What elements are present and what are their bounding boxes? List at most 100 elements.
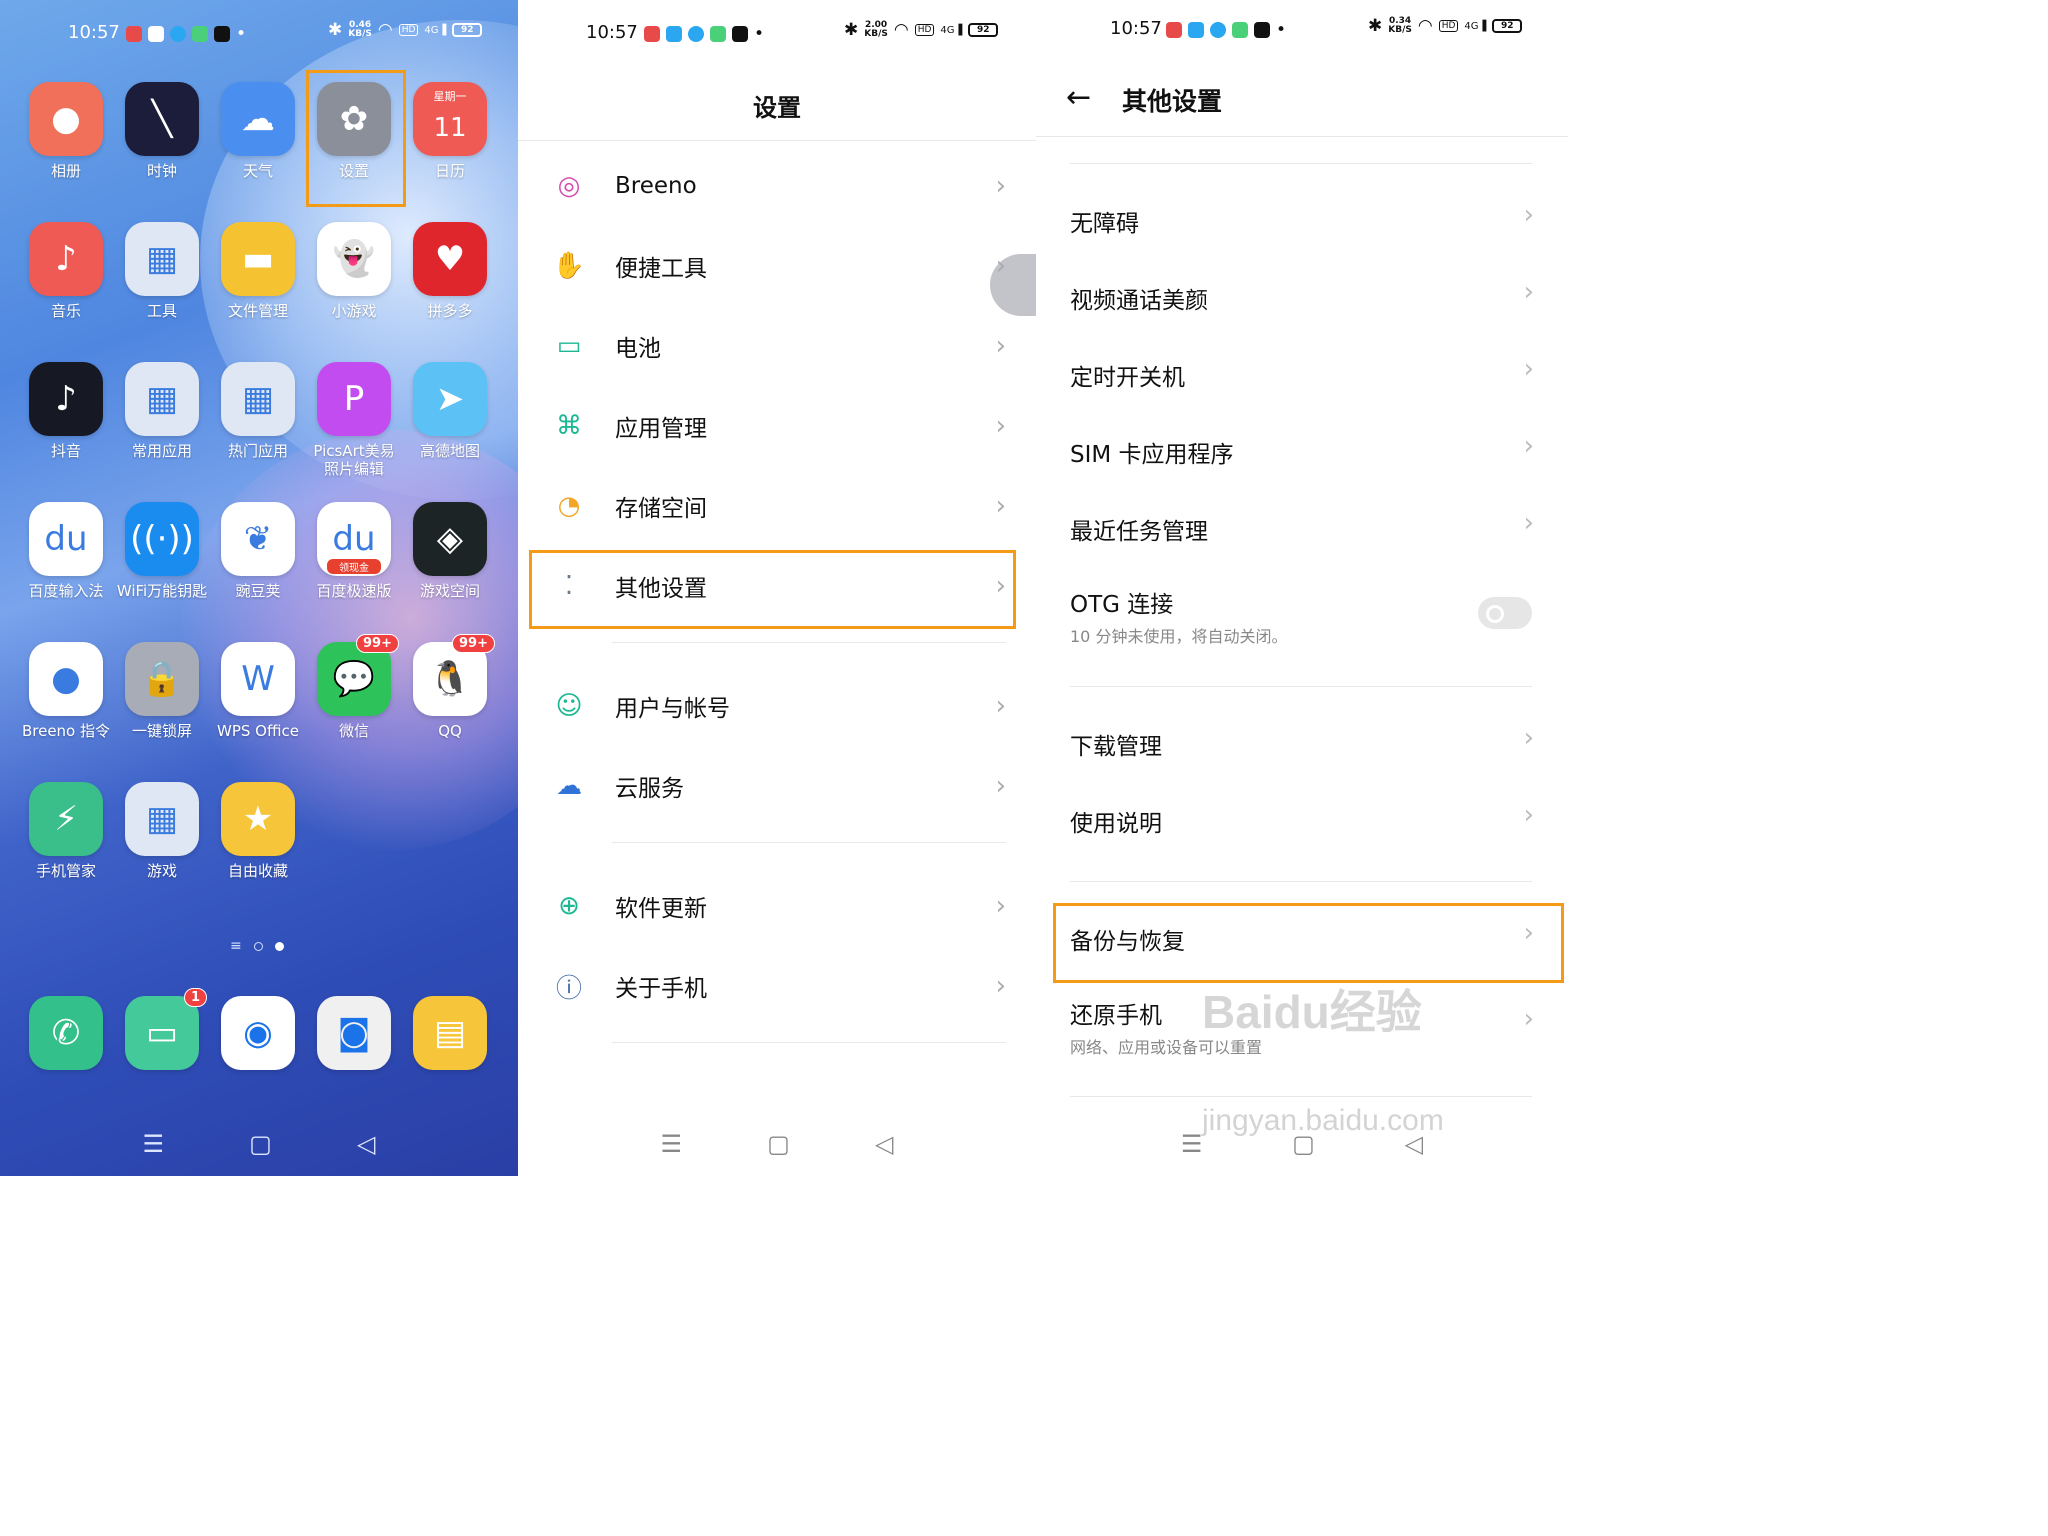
app-common-apps-folder[interactable]: ▦ 常用应用: [114, 362, 210, 460]
app-games-folder[interactable]: ▦ 游戏: [114, 782, 210, 880]
highlight-other-settings: [529, 550, 1016, 629]
item-label: 下载管理: [1070, 734, 1162, 760]
dock-notes[interactable]: ▤: [402, 996, 498, 1070]
cloud-icon: ☁: [556, 771, 582, 801]
settings-item-battery[interactable]: ▭ 电池 ›: [518, 306, 1036, 386]
dock-camera[interactable]: ◙: [306, 996, 402, 1070]
nav-bar: ☰ ▢ ◁: [1036, 1130, 1568, 1158]
app-clock[interactable]: ╲ 时钟: [114, 82, 210, 180]
home-nav-icon[interactable]: ▢: [1292, 1130, 1315, 1158]
baidu-lite-icon: du 领现金: [317, 502, 391, 576]
app-label: 百度输入法: [28, 582, 104, 600]
battery-icon: 92: [1492, 19, 1523, 33]
settings-item-label: 云服务: [615, 776, 684, 802]
app-wifi-key[interactable]: ((·)) WiFi万能钥匙: [114, 502, 210, 600]
app-collect[interactable]: ★ 自由收藏: [210, 782, 306, 880]
home-nav-icon[interactable]: ▢: [767, 1130, 790, 1158]
settings-item-breeno[interactable]: ◎ Breeno ›: [518, 146, 1036, 226]
settings-item-label: 便捷工具: [615, 256, 707, 282]
app-minigame[interactable]: 👻 小游戏: [306, 222, 402, 320]
bluetooth-icon: ✱: [1368, 16, 1383, 36]
chevron-right-icon: ›: [1523, 354, 1534, 384]
app-files[interactable]: ▬ 文件管理: [210, 222, 306, 320]
app-wps[interactable]: W WPS Office: [210, 642, 306, 740]
chevron-right-icon: ›: [1523, 431, 1534, 461]
settings-item-app-manage[interactable]: ⌘ 应用管理 ›: [518, 386, 1036, 466]
net-type: 4G: [424, 24, 439, 36]
storage-icon: ◔: [557, 491, 581, 521]
app-amap[interactable]: ➤ 高德地图: [402, 362, 498, 460]
status-right: ✱ 0.34 KB/S ◠ HD 4G▐ 92: [1368, 16, 1523, 36]
back-nav-icon[interactable]: ◁: [357, 1130, 375, 1158]
app-pinduoduo[interactable]: ♥ 拼多多: [402, 222, 498, 320]
page-indicator[interactable]: ≡: [230, 938, 284, 954]
settings-item-account[interactable]: ☺ 用户与帐号 ›: [518, 666, 1036, 746]
messages-notify-icon: [1232, 22, 1248, 38]
chevron-right-icon: ›: [1523, 1004, 1534, 1034]
menu-nav-icon[interactable]: ☰: [1181, 1130, 1203, 1158]
app-wechat[interactable]: 💬 99+ 微信: [306, 634, 402, 740]
settings-item-convenience[interactable]: ✋便捷工具›: [518, 226, 1036, 306]
app-breeno-shortcut[interactable]: ● Breeno 指令: [18, 642, 114, 740]
app-weather[interactable]: ☁ 天气: [210, 82, 306, 180]
other-settings-item[interactable]: 无障碍 ›: [1036, 200, 1568, 244]
menu-nav-icon[interactable]: ☰: [143, 1130, 165, 1158]
back-arrow-icon[interactable]: ←: [1066, 80, 1091, 115]
back-nav-icon[interactable]: ◁: [1405, 1130, 1423, 1158]
app-label: 微信: [338, 722, 369, 740]
app-tools-folder[interactable]: ▦ 工具: [114, 222, 210, 320]
settings-item-info[interactable]: ⓘ 关于手机 ›: [518, 946, 1036, 1026]
app-baidu-input[interactable]: du 百度输入法: [18, 502, 114, 600]
other-settings-item[interactable]: 使用说明 ›: [1036, 800, 1568, 844]
lock-icon: 🔒: [125, 642, 199, 716]
app-music[interactable]: ♪ 音乐: [18, 222, 114, 320]
hd-badge: HD: [398, 24, 419, 36]
back-nav-icon[interactable]: ◁: [875, 1130, 893, 1158]
chevron-right-icon: ›: [995, 771, 1006, 801]
signal-icon: 4G▐: [1464, 20, 1487, 32]
collect-icon: ★: [221, 782, 295, 856]
dock-messages[interactable]: ▭ 1: [114, 988, 210, 1070]
divider: [518, 140, 1036, 141]
info-icon: ⓘ: [555, 973, 582, 1004]
app-label: 文件管理: [227, 302, 288, 320]
app-hot-apps-folder[interactable]: ▦ 热门应用: [210, 362, 306, 460]
app-label: 手机管家: [35, 862, 96, 880]
menu-nav-icon[interactable]: ☰: [661, 1130, 683, 1158]
app-baidu-lite[interactable]: du 领现金 百度极速版: [306, 502, 402, 600]
other-settings-item[interactable]: 下载管理 ›: [1036, 723, 1568, 767]
app-qq[interactable]: 🐧 99+ QQ: [402, 634, 498, 740]
game-space-icon: ◈: [413, 502, 487, 576]
net-type: 4G: [940, 24, 955, 36]
app-phone-manager[interactable]: ⚡ 手机管家: [18, 782, 114, 880]
app-calendar[interactable]: 11 星期一 日历: [402, 82, 498, 180]
item-label: 还原手机: [1070, 1003, 1162, 1029]
settings-item-cloud[interactable]: ☁ 云服务 ›: [518, 746, 1036, 826]
settings-item-update[interactable]: ⊕ 软件更新 ›: [518, 866, 1036, 946]
app-game-space[interactable]: ◈ 游戏空间: [402, 502, 498, 600]
other-settings-item[interactable]: SIM 卡应用程序 ›: [1036, 431, 1568, 475]
app-photos[interactable]: ● 相册: [18, 82, 114, 180]
dock-browser[interactable]: ◉: [210, 996, 306, 1070]
app-wandoujia[interactable]: ❦ 豌豆荚: [210, 502, 306, 600]
other-settings-item[interactable]: 定时开关机 ›: [1036, 354, 1568, 398]
other-settings-item[interactable]: 视频通话美颜 ›: [1036, 277, 1568, 321]
page-title: 其他设置: [1122, 87, 1223, 116]
app-douyin[interactable]: ♪ 抖音: [18, 362, 114, 460]
settings-item-label: 存储空间: [615, 496, 707, 522]
home-nav-icon[interactable]: ▢: [249, 1130, 272, 1158]
settings-item-storage[interactable]: ◔ 存储空间 ›: [518, 466, 1036, 546]
more-dot-icon: •: [754, 24, 765, 44]
app-lock[interactable]: 🔒 一键锁屏: [114, 642, 210, 740]
other-settings-item[interactable]: OTG 连接 10 分钟未使用，将自动关闭。: [1036, 585, 1568, 657]
highlight-settings-app: [306, 70, 406, 207]
toutiao-icon: [126, 26, 142, 42]
settings-item-label: 电池: [615, 336, 661, 362]
other-settings-item[interactable]: 最近任务管理 ›: [1036, 508, 1568, 552]
status-bar: 10:57 • ✱ 0.46 KB/S ◠ HD 4G▐ 92: [0, 14, 518, 54]
dock-phone[interactable]: ✆: [18, 996, 114, 1070]
messages-notify-icon: [710, 26, 726, 42]
otg-toggle[interactable]: [1478, 597, 1532, 629]
app-picsart[interactable]: P PicsArt美易照片编辑: [306, 362, 402, 478]
app-label: 小游戏: [331, 302, 377, 320]
